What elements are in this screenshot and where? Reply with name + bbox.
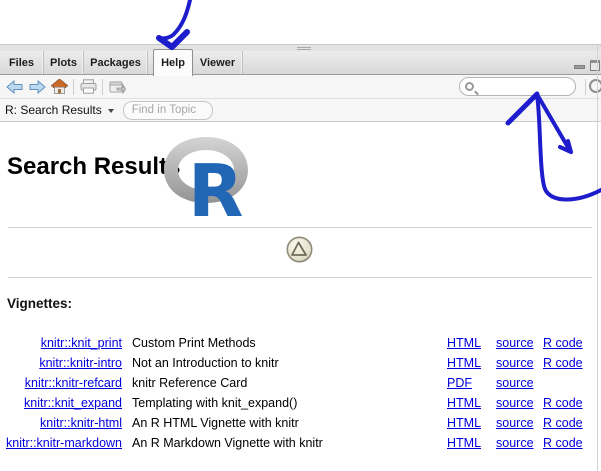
maximize-icon[interactable]	[590, 60, 600, 71]
toolbar-separator	[585, 79, 586, 95]
home-button[interactable]	[48, 77, 70, 97]
vignette-description: Custom Print Methods	[132, 333, 256, 353]
find-in-topic-input[interactable]	[123, 101, 213, 120]
vignette-name-link[interactable]: knitr::knit_expand	[0, 393, 122, 413]
source-link[interactable]: source	[496, 413, 534, 433]
vignette-name-link[interactable]: knitr::knit_print	[0, 333, 122, 353]
r-code-link[interactable]: R code	[543, 353, 583, 373]
source-link[interactable]: source	[496, 373, 534, 393]
tab-packages[interactable]: Packages	[84, 51, 148, 74]
annotation-arrow-help-tab	[159, 0, 190, 47]
vignette-description: Not an Introduction to knitr	[132, 353, 279, 373]
r-code-link[interactable]: R code	[543, 333, 583, 353]
toolbar-separator	[73, 79, 74, 95]
clock-icon	[286, 236, 313, 263]
r-code-link[interactable]: R code	[543, 433, 583, 453]
toolbar-separator	[102, 79, 103, 95]
help-search-box[interactable]	[459, 77, 576, 96]
format-link[interactable]: PDF	[447, 373, 472, 393]
vignette-name-link[interactable]: knitr::knitr-html	[0, 413, 122, 433]
rstudio-help-pane-screenshot: Files Plots Packages Help Viewer	[0, 0, 601, 471]
format-link[interactable]: HTML	[447, 353, 481, 373]
refresh-icon	[589, 79, 601, 93]
r-logo: R	[160, 134, 252, 218]
forward-arrow-icon	[28, 80, 46, 94]
chevron-down-icon[interactable]	[108, 109, 114, 113]
table-row: knitr::knitr-intro Not an Introduction t…	[0, 353, 597, 373]
format-link[interactable]: HTML	[447, 413, 481, 433]
forward-button[interactable]	[26, 77, 48, 97]
source-link[interactable]: source	[496, 333, 534, 353]
table-row: knitr::knit_expand Templating with knit_…	[0, 393, 597, 413]
r-code-link[interactable]: R code	[543, 413, 583, 433]
help-toolbar	[0, 75, 601, 99]
search-icon	[465, 82, 474, 91]
back-button[interactable]	[4, 77, 26, 97]
vignette-name-link[interactable]: knitr::knitr-markdown	[0, 433, 122, 453]
source-link[interactable]: source	[496, 433, 534, 453]
tab-plots[interactable]: Plots	[44, 51, 84, 74]
vignette-description: An R HTML Vignette with knitr	[132, 413, 299, 433]
format-link[interactable]: HTML	[447, 393, 481, 413]
back-arrow-icon	[6, 80, 24, 94]
page-title: Search Results	[7, 153, 180, 181]
table-row: knitr::knitr-refcard knitr Reference Car…	[0, 373, 597, 393]
vignette-description: An R Markdown Vignette with knitr	[132, 433, 323, 453]
source-link[interactable]: source	[496, 393, 534, 413]
tab-files[interactable]: Files	[0, 51, 44, 74]
vignette-table: knitr::knit_print Custom Print Methods H…	[0, 333, 597, 453]
vignette-name-link[interactable]: knitr::knitr-refcard	[0, 373, 122, 393]
vignette-description: Templating with knit_expand()	[132, 393, 297, 413]
show-in-new-window-button[interactable]	[106, 77, 128, 97]
tab-help[interactable]: Help	[153, 49, 193, 76]
refresh-button[interactable]	[589, 78, 601, 95]
home-icon	[51, 79, 68, 94]
r-code-link[interactable]: R code	[543, 393, 583, 413]
vignette-name-link[interactable]: knitr::knitr-intro	[0, 353, 122, 373]
format-link[interactable]: HTML	[447, 333, 481, 353]
pane-splitter[interactable]	[0, 44, 601, 51]
pane-tab-bar: Files Plots Packages Help Viewer	[0, 51, 601, 75]
printer-icon	[80, 79, 97, 94]
tab-viewer[interactable]: Viewer	[193, 51, 243, 74]
source-link[interactable]: source	[496, 353, 534, 373]
minimize-icon[interactable]	[574, 65, 585, 69]
search-input[interactable]	[477, 81, 565, 93]
divider	[8, 277, 592, 278]
table-row: knitr::knit_print Custom Print Methods H…	[0, 333, 597, 353]
divider	[8, 227, 592, 228]
topic-title[interactable]: R: Search Results	[5, 103, 102, 117]
print-button[interactable]	[77, 77, 99, 97]
table-row: knitr::knitr-markdown An R Markdown Vign…	[0, 433, 597, 453]
vignette-description: knitr Reference Card	[132, 373, 247, 393]
help-topic-bar: R: Search Results	[0, 99, 601, 122]
svg-text:R: R	[188, 149, 243, 218]
splitter-grip-icon[interactable]	[297, 47, 311, 50]
format-link[interactable]: HTML	[447, 433, 481, 453]
new-window-icon	[108, 79, 126, 94]
vignettes-heading: Vignettes:	[7, 296, 72, 311]
table-row: knitr::knitr-html An R HTML Vignette wit…	[0, 413, 597, 433]
pane-border	[597, 44, 598, 471]
